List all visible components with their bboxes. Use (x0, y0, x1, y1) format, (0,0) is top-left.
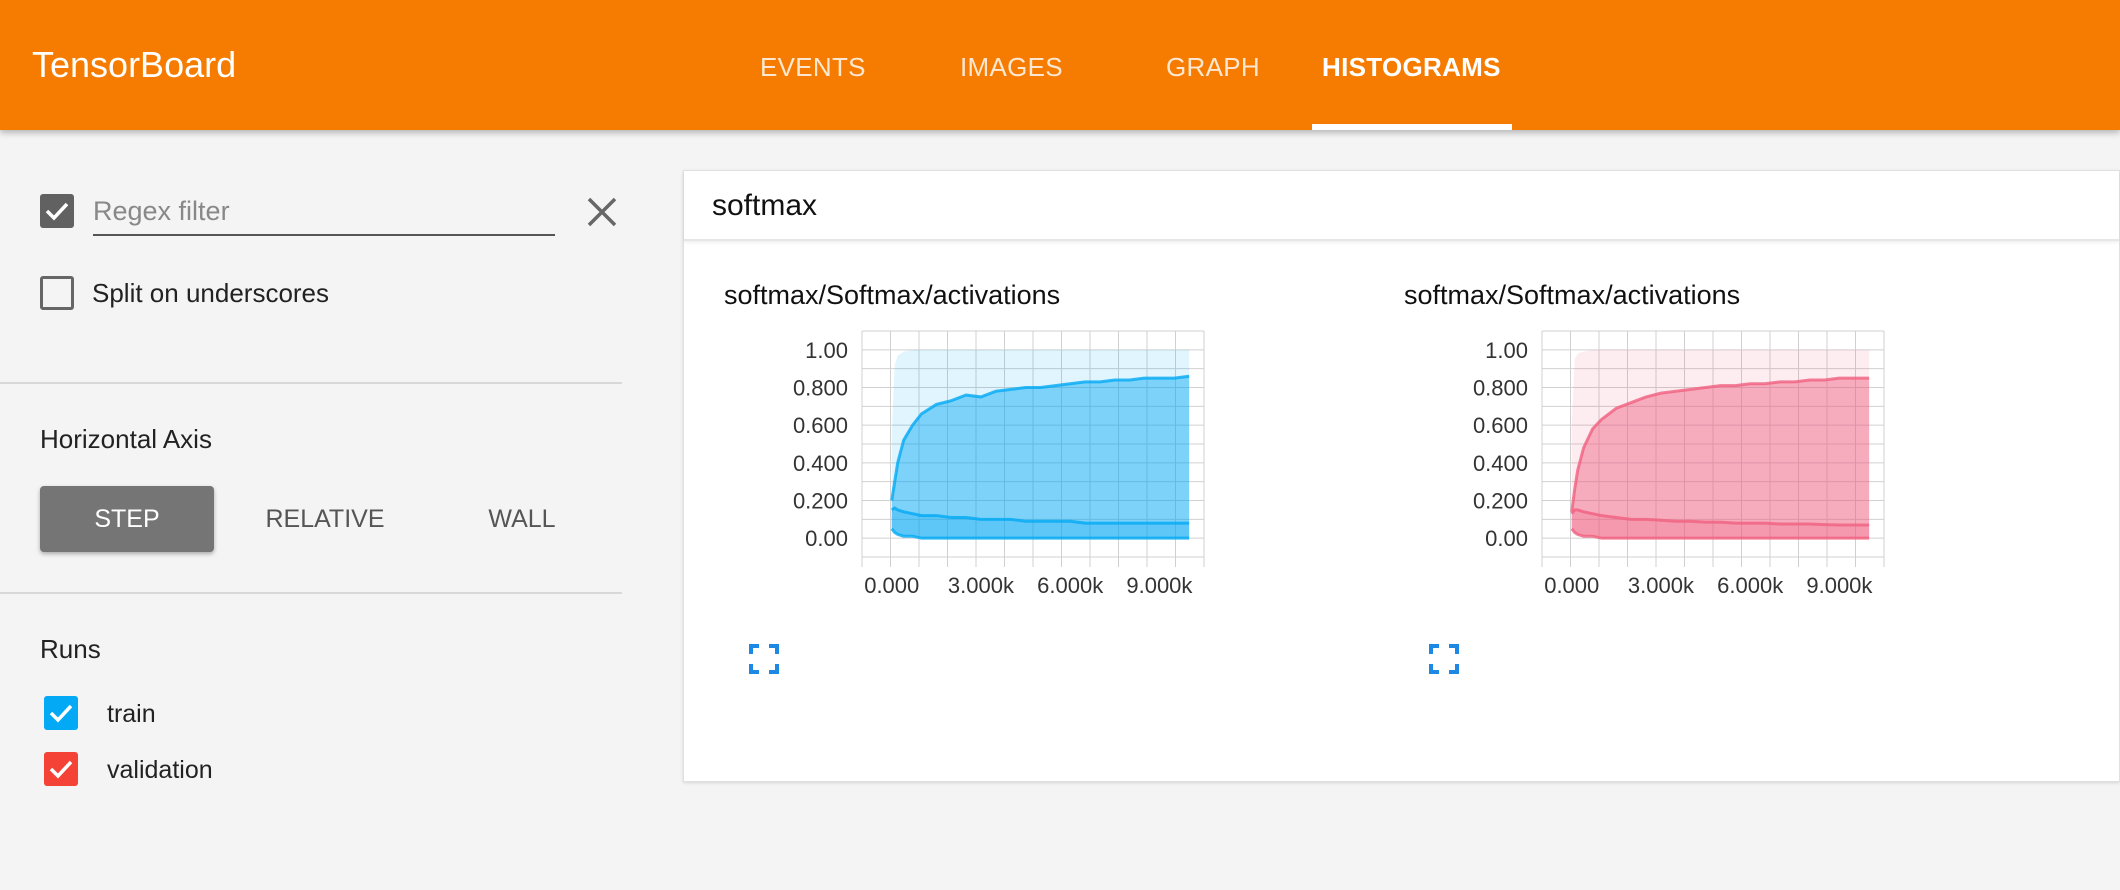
x-tick-label: 6.000k (1037, 573, 1104, 598)
check-icon (49, 704, 73, 723)
split-underscores-checkbox[interactable] (40, 276, 74, 310)
y-tick-label: 0.400 (1473, 451, 1528, 476)
axis-step-button[interactable]: STEP (40, 486, 214, 552)
y-tick-label: 1.00 (805, 338, 848, 363)
run-validation-checkbox[interactable] (44, 752, 78, 786)
active-tab-indicator (1312, 124, 1512, 130)
y-tick-label: 0.00 (805, 526, 848, 551)
histogram-chart-train: 1.00 0.800 0.600 0.400 0.200 0.00 0.000 3.000k 6… (793, 330, 1205, 598)
y-tick-label: 1.00 (1485, 338, 1528, 363)
runs-title: Runs (40, 634, 101, 664)
regex-filter-input[interactable]: Regex filter (93, 192, 555, 236)
check-icon (45, 202, 69, 221)
tab-events[interactable]: EVENTS (760, 52, 866, 83)
horizontal-axis-title: Horizontal Axis (40, 424, 212, 454)
y-tick-label: 0.00 (1485, 526, 1528, 551)
app-title: TensorBoard (32, 44, 237, 85)
axis-wall-button[interactable]: WALL (440, 486, 604, 552)
x-tick-label: 0.000 (864, 573, 919, 598)
close-icon[interactable] (584, 194, 620, 230)
sidebar: Regex filter Split on underscores Horizo… (0, 130, 622, 890)
panel-title: softmax (712, 189, 818, 222)
y-tick-label: 0.200 (1473, 489, 1528, 514)
run-train-label: train (107, 700, 156, 728)
sidebar-divider (0, 592, 622, 594)
top-toolbar: TensorBoard EVENTS IMAGES GRAPH HISTOGRA… (0, 0, 2120, 130)
chart-title: softmax/Softmax/activations (724, 280, 1061, 310)
sidebar-divider (0, 382, 622, 384)
expand-icon[interactable] (1428, 643, 1460, 675)
tab-histograms[interactable]: HISTOGRAMS (1322, 52, 1501, 83)
y-tick-label: 0.600 (793, 413, 848, 438)
y-tick-label: 0.800 (793, 376, 848, 401)
x-tick-label: 3.000k (1628, 573, 1695, 598)
x-tick-label: 6.000k (1717, 573, 1784, 598)
regex-filter-checkbox[interactable] (40, 194, 74, 228)
run-train-checkbox[interactable] (44, 696, 78, 730)
x-tick-label: 0.000 (1544, 573, 1599, 598)
y-tick-label: 0.600 (1473, 413, 1528, 438)
tab-images[interactable]: IMAGES (960, 52, 1063, 83)
x-tick-label: 9.000k (1806, 573, 1873, 598)
x-tick-label: 3.000k (948, 573, 1015, 598)
tab-graph[interactable]: GRAPH (1166, 52, 1260, 83)
x-tick-label: 9.000k (1126, 573, 1193, 598)
split-underscores-label: Split on underscores (92, 278, 330, 308)
check-icon (49, 760, 73, 779)
panel-header[interactable]: softmax (684, 171, 2119, 241)
run-validation-label: validation (107, 756, 213, 784)
y-tick-label: 0.200 (793, 489, 848, 514)
axis-relative-button[interactable]: RELATIVE (240, 486, 410, 552)
chart-title: softmax/Softmax/activations (1404, 280, 1741, 310)
expand-icon[interactable] (748, 643, 780, 675)
histogram-chart-validation: 1.00 0.800 0.600 0.400 0.200 0.00 0.000 3.000k 6… (1473, 330, 1885, 598)
y-tick-label: 0.400 (793, 451, 848, 476)
y-tick-label: 0.800 (1473, 376, 1528, 401)
